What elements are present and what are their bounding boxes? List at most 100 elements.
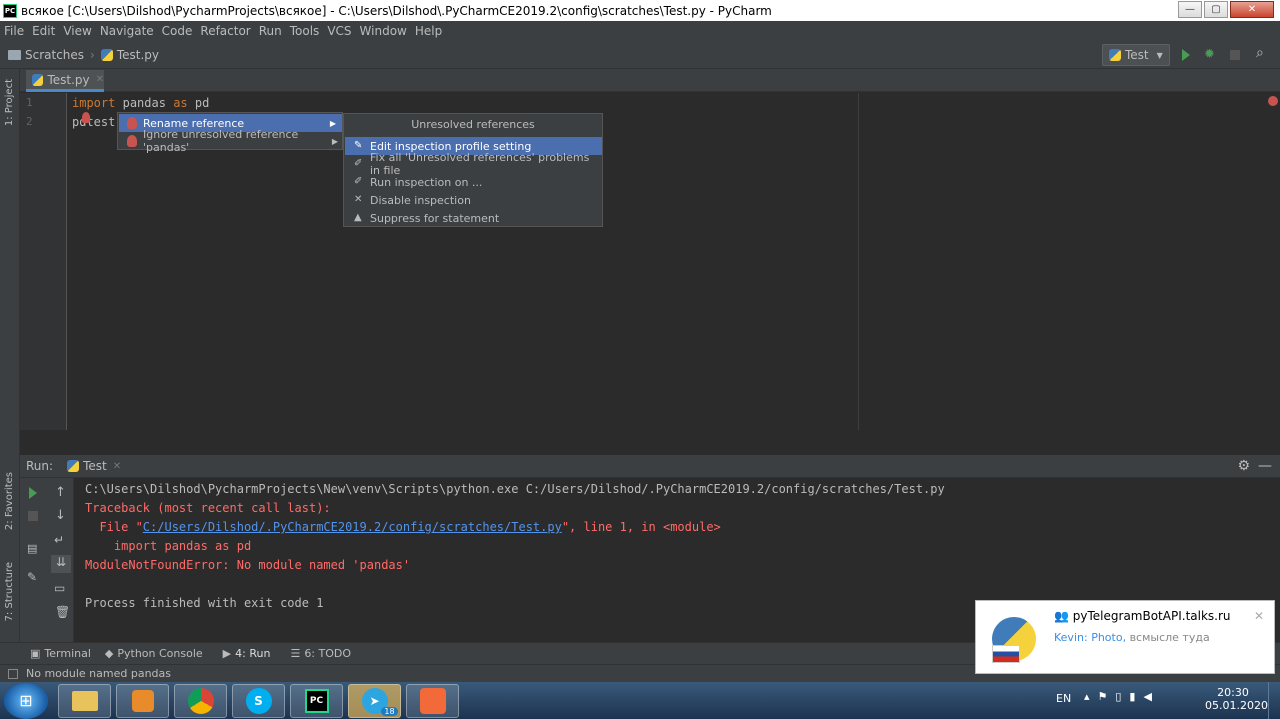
layout-icon[interactable]: ▤ [27,542,37,555]
submenu-title: Unresolved references [411,118,535,131]
pin-icon[interactable]: ✎ [27,570,37,584]
menu-view[interactable]: View [59,24,95,38]
tab-test-py[interactable]: Test.py ✕ [26,70,104,92]
tab-run[interactable]: 4: Run [235,647,270,660]
minimize-panel-icon[interactable]: — [1258,458,1272,474]
start-button[interactable]: ⊞ [4,682,48,719]
right-margin-guide [858,93,859,430]
line-number: 2 [26,115,33,128]
notification-body: Kevin: Photo, всмысле туда [1054,631,1210,644]
unread-badge: 18 [381,707,398,716]
menu-run[interactable]: Run [255,24,286,38]
menu-window[interactable]: Window [356,24,411,38]
menu-item-fix-all[interactable]: ✐ Fix all 'Unresolved references' proble… [345,151,602,177]
breadcrumb-scratches[interactable]: Scratches [25,48,84,62]
terminal-icon: ▣ [30,647,41,660]
quickfix-icon: ✐ [354,158,363,169]
run-panel-label: Run: [26,459,54,473]
tray-icons[interactable]: ▴⚑▯▮◀ [1084,690,1160,703]
taskbar-skype[interactable]: S [232,683,285,718]
menu-item-suppress[interactable]: ▲ Suppress for statement [345,209,602,227]
traceback-file-link[interactable]: C:/Users/Dilshod/.PyCharmCE2019.2/config… [143,520,562,534]
media-player-icon [131,689,154,712]
gear-icon[interactable]: ⚙ [1237,458,1250,474]
taskbar-chrome[interactable] [174,683,227,718]
menu-navigate[interactable]: Navigate [96,24,158,38]
play-icon [1182,49,1190,61]
language-indicator[interactable]: EN [1056,692,1071,705]
keyword-as: as [173,96,188,110]
trash-icon[interactable]: 🗑 [55,605,70,619]
inspection-submenu: Unresolved references ✎ Edit inspection … [343,113,603,227]
menu-item-label: Suppress for statement [370,211,500,225]
close-window-button[interactable]: ✕ [1230,1,1274,18]
taskbar-pycharm[interactable]: PC [290,683,343,718]
taskbar-telegram[interactable]: ➤ 18 [348,683,401,718]
rerun-button[interactable] [29,487,37,499]
python-file-icon [100,48,113,61]
menu-refactor[interactable]: Refactor [196,24,254,38]
code-token: test [86,115,116,129]
menu-bar: File Edit View Navigate Code Refactor Ru… [0,21,1280,41]
soft-wrap-icon[interactable]: ↵ [54,533,64,547]
submenu-arrow-icon: ▶ [329,118,336,128]
tab-terminal[interactable]: Terminal [44,647,91,660]
clock[interactable]: 20:30 05.01.2020 [1205,686,1268,712]
taskbar-explorer[interactable] [58,683,111,718]
menu-file[interactable]: File [0,24,28,38]
search-everywhere-button[interactable]: ⌕ [1256,45,1264,61]
menu-item-label: Run inspection on ... [370,175,483,189]
menu-item-disable-inspection[interactable]: ✕ Disable inspection [345,191,602,209]
run-button[interactable] [1182,49,1190,61]
todo-icon: ☰ [290,647,301,660]
close-tab-icon[interactable]: ✕ [113,461,121,472]
python-file-icon [32,73,44,86]
run-configuration-select[interactable]: Test ▼ [1102,44,1170,66]
structure-tool-tab[interactable]: 7: Structure [4,562,15,621]
print-icon[interactable]: ▭ [54,581,65,595]
menu-code[interactable]: Code [158,24,197,38]
show-desktop-button[interactable] [1268,682,1280,719]
menu-item-label: Disable inspection [370,193,471,207]
python-icon [67,460,80,472]
stop-button[interactable] [28,511,38,521]
notification-sender: Kevin: [1054,631,1088,644]
error-stripe-icon[interactable] [1268,96,1278,106]
chrome-icon [187,687,214,714]
breadcrumb-separator-icon: › [90,47,95,62]
submenu-arrow-icon: ▶ [331,136,338,146]
taskbar-media-player[interactable] [116,683,169,718]
tab-python-console[interactable]: Python Console [117,647,202,660]
run-panel-header: Run: Test ✕ ⚙ — [20,455,1280,478]
close-notification-icon[interactable]: ✕ [1254,609,1264,623]
arrow-up-icon[interactable]: ↑ [55,485,66,500]
breadcrumb-file[interactable]: Test.py [117,48,159,62]
run-tab-icon: ▶ [222,647,232,660]
menu-tools[interactable]: Tools [286,24,324,38]
menu-vcs[interactable]: VCS [323,24,355,38]
maximize-button[interactable]: ▢ [1204,1,1228,18]
group-icon: 👥 [1054,609,1069,623]
favorites-tool-tab[interactable]: 2: Favorites [4,472,15,530]
console-line: Traceback (most recent call last): [85,501,331,515]
scroll-to-end-icon[interactable]: ⇊ [51,555,71,573]
minimize-button[interactable]: — [1178,1,1202,18]
taskbar-app[interactable] [406,683,459,718]
project-tool-tab[interactable]: 1: Project [4,79,15,126]
run-tab-test[interactable]: Test [83,459,107,473]
menu-edit[interactable]: Edit [28,24,59,38]
error-bulb-icon[interactable] [82,112,90,123]
menu-help[interactable]: Help [411,24,446,38]
menu-item-ignore-unresolved[interactable]: Ignore unresolved reference 'pandas' ▶ [119,128,342,154]
debug-button[interactable]: ✹ [1204,47,1215,62]
menu-item-run-inspection[interactable]: ✐ Run inspection on ... [345,173,602,191]
status-toggle-icon[interactable] [8,668,18,679]
russia-flag-icon [992,645,1020,663]
arrow-down-icon[interactable]: ↓ [55,508,66,523]
stop-button[interactable] [1230,50,1240,60]
close-tab-icon[interactable]: ✕ [96,74,104,85]
tab-todo[interactable]: 6: TODO [304,647,351,660]
module-name: pandas [122,96,166,110]
telegram-notification[interactable]: 👥 pyTelegramBotAPI.talks.ru Kevin: Photo… [975,600,1275,674]
pycharm-icon: PC [304,688,329,713]
